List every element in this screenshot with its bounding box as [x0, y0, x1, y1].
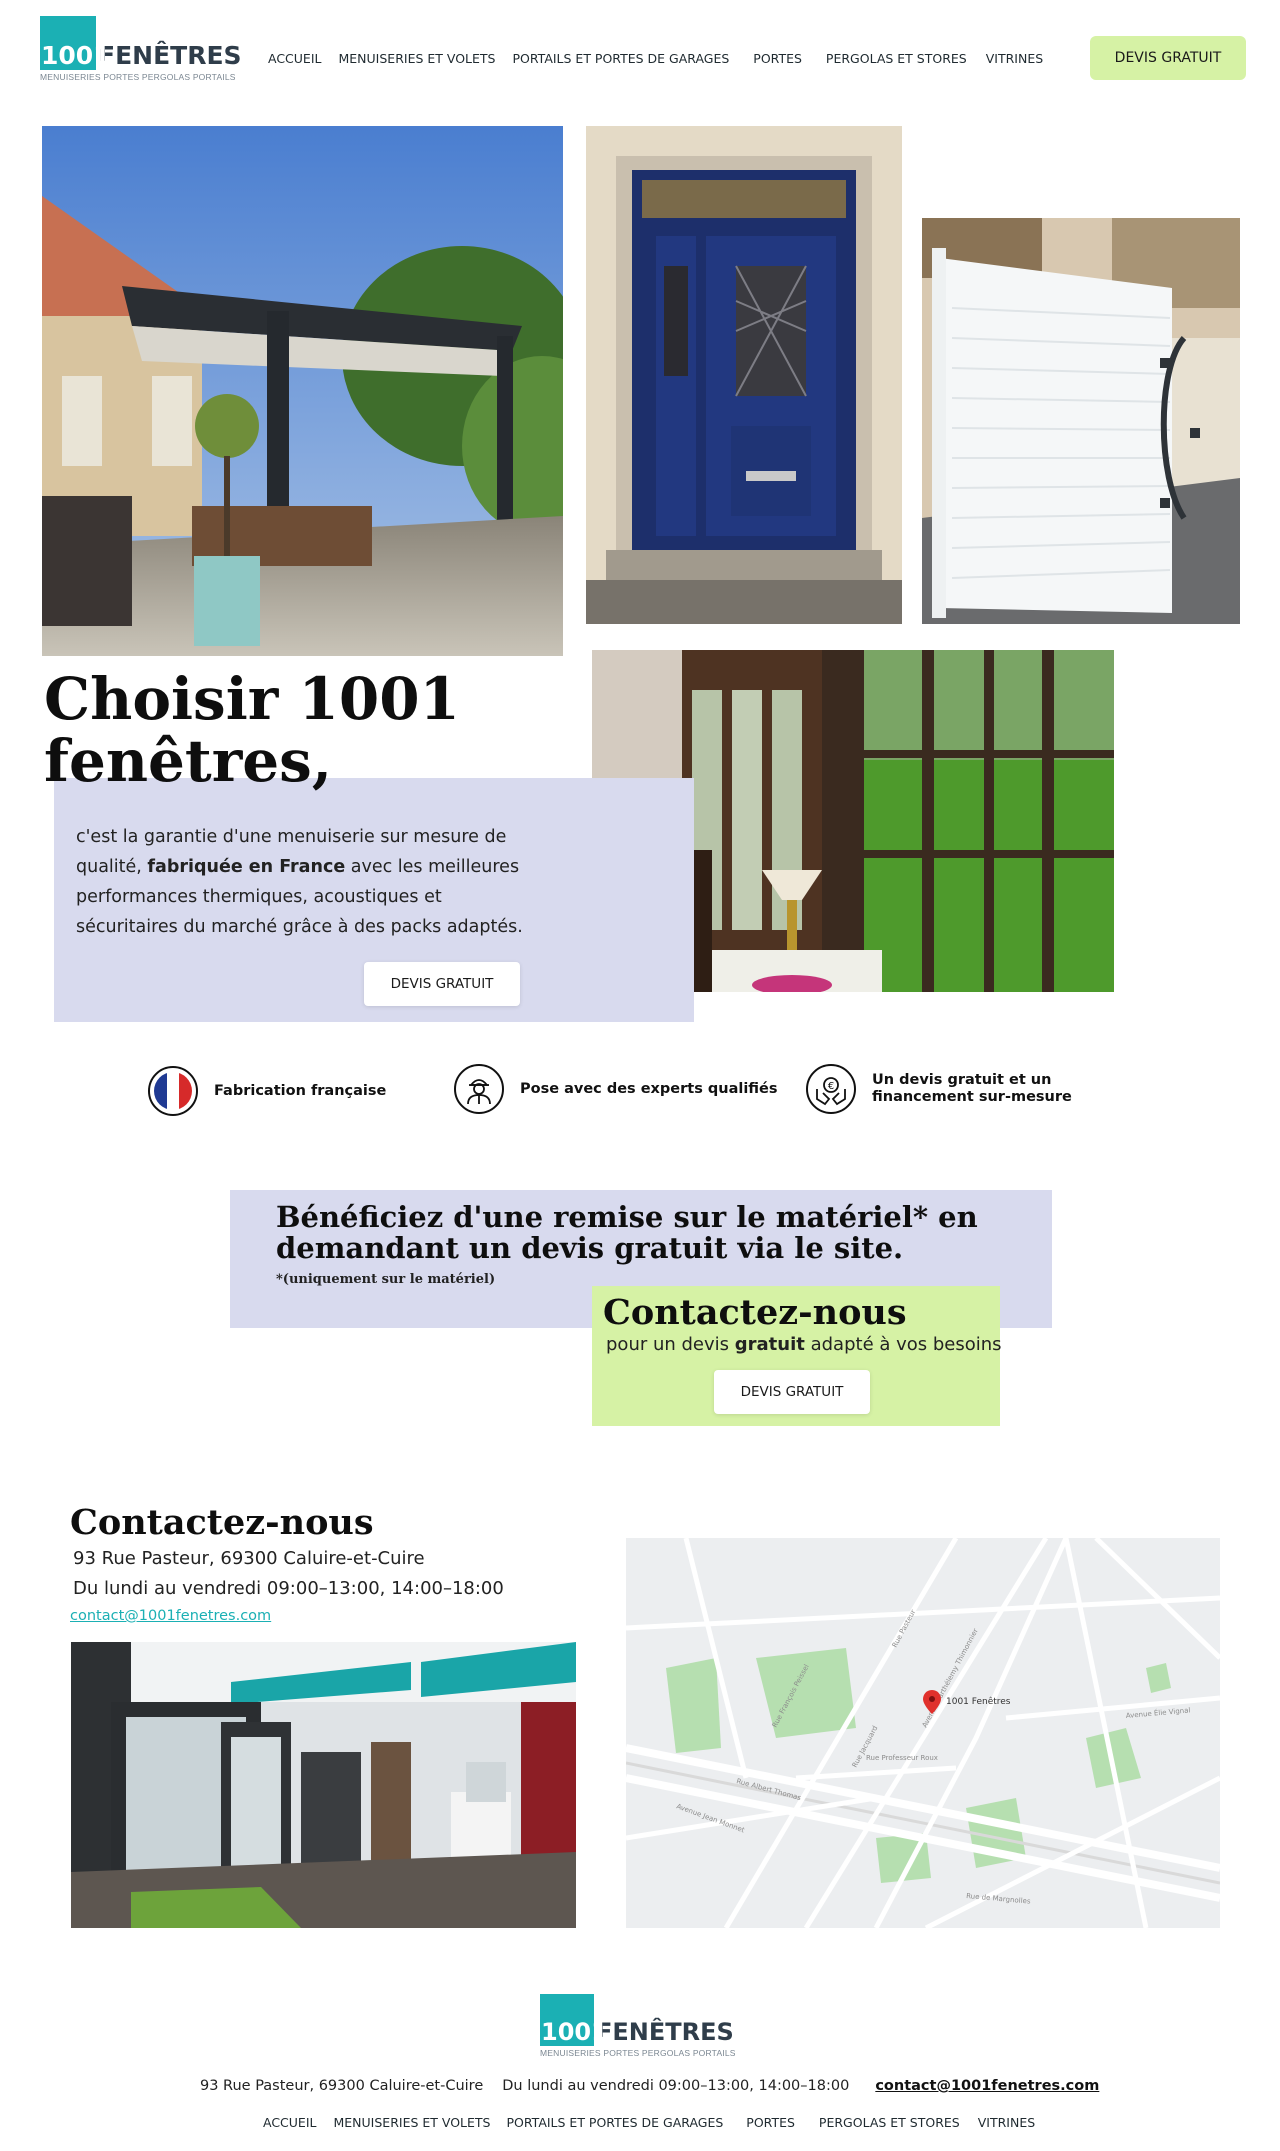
nav-item-accueil[interactable]: ACCUEIL — [268, 51, 322, 66]
promo-title: Bénéficiez d'une remise sur le matériel*… — [276, 1200, 978, 1265]
nav-item-portes[interactable]: PORTES — [753, 51, 802, 66]
nav-item-menuiseries[interactable]: MENUISERIES ET VOLETS — [339, 51, 496, 66]
footer-address: 93 Rue Pasteur, 69300 Caluire-et-Cuire — [200, 2078, 484, 2094]
contact-card-title: Contactez-nous — [603, 1292, 907, 1333]
nav-item-vitrines[interactable]: VITRINES — [986, 51, 1043, 66]
footer-nav-pergolas[interactable]: PERGOLAS ET STORES — [819, 2115, 960, 2130]
footer-nav-menuiseries[interactable]: MENUISERIES ET VOLETS — [334, 2115, 491, 2130]
svg-text:€: € — [828, 1081, 834, 1092]
contact-email-link[interactable]: contact@1001fenetres.com — [70, 1608, 271, 1624]
feature-fabrication-label: Fabrication française — [214, 1082, 387, 1099]
contact-card-text1: pour un devis — [606, 1334, 735, 1355]
footer-logo-number-box: 1001 — [540, 1994, 608, 2046]
contact-card-text2: adapté à vos besoins — [804, 1334, 1002, 1355]
footer-nav-portails[interactable]: PORTAILS ET PORTES DE GARAGES — [507, 2115, 724, 2130]
blue-door-photo — [586, 126, 902, 624]
hero-title: Choisir 1001 fenêtres, — [44, 668, 604, 792]
footer-logo-tagline: MENUISERIES PORTES PERGOLAS PORTAILS — [540, 2048, 736, 2058]
white-gate-photo — [922, 218, 1240, 624]
contact-card-devis-button[interactable]: DEVIS GRATUIT — [714, 1370, 870, 1414]
feature-pose-label: Pose avec des experts qualifiés — [520, 1080, 778, 1097]
euro-hands-icon: € — [806, 1064, 856, 1114]
contact-hours: Du lundi au vendredi 09:00–13:00, 14:00–… — [73, 1578, 504, 1599]
location-map[interactable]: Rue François Peissel Rue Jacquard Rue Pa… — [626, 1538, 1220, 1928]
footer-hours: Du lundi au vendredi 09:00–13:00, 14:00–… — [502, 2078, 850, 2094]
footer-logo[interactable]: 1001 FENÊTRES MENUISERIES PORTES PERGOLA… — [540, 1994, 740, 2062]
map-pin-label: 1001 Fenêtres — [946, 1696, 1011, 1707]
map-street-label: Rue Professeur Roux — [866, 1754, 938, 1762]
feature-fabrication: Fabrication française — [148, 1066, 386, 1116]
contact-title: Contactez-nous — [70, 1502, 374, 1543]
contact-card-text: pour un devis gratuit adapté à vos besoi… — [606, 1334, 1002, 1355]
logo-number: 1001 — [41, 41, 111, 70]
nav-item-pergolas[interactable]: PERGOLAS ET STORES — [826, 51, 967, 66]
nav-item-portails[interactable]: PORTAILS ET PORTES DE GARAGES — [513, 51, 730, 66]
logo-word: FENÊTRES — [98, 41, 242, 70]
promo-note: *(uniquement sur le matériel) — [276, 1272, 496, 1287]
feature-pose: Pose avec des experts qualifiés — [454, 1064, 778, 1114]
hero-description: c'est la garantie d'une menuiserie sur m… — [76, 822, 526, 942]
footer-nav-portes[interactable]: PORTES — [746, 2115, 795, 2130]
footer-info: 93 Rue Pasteur, 69300 Caluire-et-Cuire D… — [200, 2078, 1099, 2094]
map-canvas: Rue François Peissel Rue Jacquard Rue Pa… — [626, 1538, 1220, 1928]
feature-devis: € Un devis gratuit et un financement sur… — [806, 1064, 1147, 1114]
showroom-photo — [71, 1642, 576, 1928]
installer-worker-icon — [454, 1064, 504, 1114]
hero-description-bold: fabriquée en France — [147, 857, 346, 877]
footer-nav-vitrines[interactable]: VITRINES — [978, 2115, 1035, 2130]
hero-devis-button[interactable]: DEVIS GRATUIT — [364, 962, 520, 1006]
main-nav: ACCUEIL MENUISERIES ET VOLETS PORTAILS E… — [268, 50, 1043, 66]
logo-number-box: 1001 — [40, 16, 111, 70]
footer-nav-accueil[interactable]: ACCUEIL — [263, 2115, 317, 2130]
hero-title-line1: Choisir 1001 — [44, 665, 460, 733]
contact-address: 93 Rue Pasteur, 69300 Caluire-et-Cuire — [73, 1548, 425, 1569]
feature-devis-label: Un devis gratuit et un financement sur-m… — [872, 1072, 1072, 1105]
hero-title-line2: fenêtres, — [44, 727, 333, 795]
logo-tagline: MENUISERIES PORTES PERGOLAS PORTAILS — [40, 72, 236, 82]
footer-logo-word: FENÊTRES — [596, 2018, 734, 2046]
footer-email-link[interactable]: contact@1001fenetres.com — [875, 2078, 1099, 2094]
footer-logo-number: 1001 — [541, 2018, 608, 2046]
header-logo[interactable]: 1001 FENÊTRES MENUISERIES PORTES PERGOLA… — [40, 16, 242, 86]
french-flag-icon — [148, 1066, 198, 1116]
pergola-photo — [42, 126, 563, 656]
footer-nav: ACCUEIL MENUISERIES ET VOLETS PORTAILS E… — [263, 2115, 1035, 2130]
contact-card-text-bold: gratuit — [734, 1334, 805, 1355]
header-devis-button[interactable]: DEVIS GRATUIT — [1090, 36, 1246, 80]
